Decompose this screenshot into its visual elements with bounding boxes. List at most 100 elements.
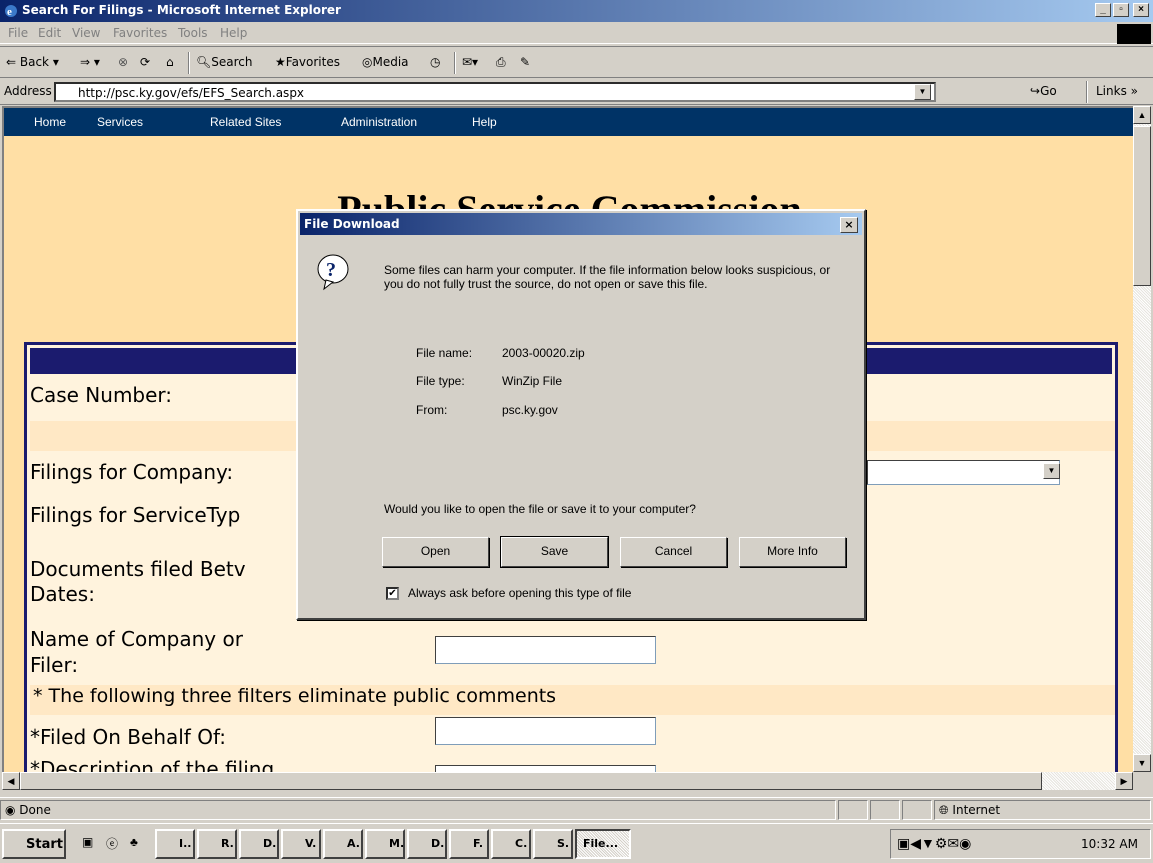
favorites-button[interactable]: ★Favorites <box>275 55 340 69</box>
horizontal-scrollbar[interactable]: ◀ ▶ <box>2 772 1133 790</box>
dialog-titlebar[interactable]: File Download × <box>300 213 862 235</box>
nav-home[interactable]: Home <box>34 115 66 129</box>
address-label: Address <box>4 84 52 98</box>
address-dropdown-button[interactable]: ▼ <box>914 84 931 100</box>
stop-icon[interactable]: ⊗ <box>118 55 128 69</box>
svg-text:?: ? <box>326 259 336 281</box>
taskbar-item-file-download[interactable]: File... <box>575 829 631 859</box>
taskbar-item[interactable]: R. <box>197 829 237 859</box>
menu-view[interactable]: View <box>72 26 100 40</box>
dialog-close-button[interactable]: × <box>840 217 858 233</box>
menu-tools[interactable]: Tools <box>178 26 208 40</box>
maximize-button[interactable]: ▫ <box>1113 3 1129 17</box>
address-bar: Address http://psc.ky.gov/efs/EFS_Search… <box>0 79 1153 105</box>
links-button[interactable]: Links » <box>1096 84 1138 98</box>
taskbar-item[interactable]: A. <box>323 829 363 859</box>
quicklaunch-network-icon[interactable]: ♣ <box>130 835 138 849</box>
back-button[interactable]: ⇐ Back ▾ <box>6 55 59 69</box>
open-button[interactable]: Open <box>382 537 489 567</box>
minimize-button[interactable]: _ <box>1095 3 1111 17</box>
horizontal-scroll-thumb[interactable] <box>20 772 1042 790</box>
start-label: Start <box>26 837 63 852</box>
mail-icon[interactable]: ✉▾ <box>462 55 478 69</box>
file-type-value: WinZip File <box>502 374 563 388</box>
taskbar: Start ▣ ⓔ ♣ I.. R. D. V. A. M. D. F. C. … <box>0 823 1153 863</box>
window-title: Search For Filings - Microsoft Internet … <box>22 3 341 17</box>
internet-explorer-icon: e <box>5 5 17 18</box>
taskbar-item[interactable]: F. <box>449 829 489 859</box>
status-cell <box>838 800 868 820</box>
window-titlebar[interactable]: e Search For Filings - Microsoft Interne… <box>0 0 1153 22</box>
scroll-right-button[interactable]: ▶ <box>1115 772 1133 790</box>
cancel-button[interactable]: Cancel <box>620 537 727 567</box>
company-dropdown-icon: ▼ <box>1043 463 1060 479</box>
taskbar-item[interactable]: C. <box>491 829 531 859</box>
from-value: psc.ky.gov <box>502 403 558 417</box>
file-download-dialog: File Download × ? Some files can harm yo… <box>296 209 866 620</box>
taskbar-item[interactable]: D. <box>239 829 279 859</box>
search-button[interactable]: 🔍︎Search <box>196 55 252 69</box>
site-navbar: Home Services Related Sites Administrati… <box>4 108 1133 136</box>
menu-file[interactable]: File <box>8 26 28 40</box>
scroll-up-button[interactable]: ▲ <box>1133 106 1151 124</box>
status-page-icon: ◉ <box>5 803 20 817</box>
toolbar-separator <box>188 52 190 74</box>
taskbar-item[interactable]: V. <box>281 829 321 859</box>
go-label: Go <box>1040 84 1057 98</box>
toolbar-separator <box>454 52 456 74</box>
menu-favorites[interactable]: Favorites <box>113 26 167 40</box>
company-select[interactable]: ▼ <box>867 460 1060 485</box>
close-button[interactable]: × <box>1133 3 1149 17</box>
quicklaunch-ie-icon[interactable]: ⓔ <box>106 835 118 852</box>
address-input[interactable]: http://psc.ky.gov/efs/EFS_Search.aspx <box>54 82 936 102</box>
edit-icon[interactable]: ✎ <box>520 55 530 69</box>
scroll-thumb[interactable] <box>1133 126 1151 286</box>
filed-on-behalf-input[interactable] <box>435 717 656 745</box>
zone-label: Internet <box>952 803 1001 817</box>
description-input[interactable] <box>435 765 656 772</box>
dialog-title: File Download <box>304 217 400 231</box>
search-label: Search <box>211 55 253 69</box>
always-ask-checkbox[interactable]: ✔ <box>386 587 399 600</box>
warning-text: Some files can harm your computer. If th… <box>384 263 831 291</box>
nav-related-sites[interactable]: Related Sites <box>210 115 281 129</box>
taskbar-item[interactable]: M. <box>365 829 405 859</box>
status-cell <box>902 800 932 820</box>
nav-help[interactable]: Help <box>472 115 497 129</box>
media-button[interactable]: ◎Media <box>362 55 409 69</box>
vertical-scrollbar[interactable]: ▲ ▼ <box>1133 106 1151 772</box>
internet-zone-icon: 🌐︎ <box>939 803 953 817</box>
favorites-label: Favorites <box>285 55 340 69</box>
media-label: Media <box>372 55 409 69</box>
taskbar-item[interactable]: I.. <box>155 829 195 859</box>
name-company-input[interactable] <box>435 636 656 664</box>
address-separator <box>1086 81 1088 103</box>
file-name-label: File name: <box>416 346 473 360</box>
history-icon[interactable]: ◷ <box>430 55 440 69</box>
status-cell <box>870 800 900 820</box>
scroll-left-button[interactable]: ◀ <box>2 772 20 790</box>
back-label: Back <box>19 55 50 69</box>
save-button[interactable]: Save <box>500 536 609 568</box>
print-icon[interactable]: ⎙ <box>496 55 506 70</box>
refresh-icon[interactable]: ⟳ <box>140 55 150 69</box>
go-button[interactable]: ↪Go <box>1030 84 1057 98</box>
tray-icons[interactable]: ▣◀▼⚙✉◉ <box>897 835 971 852</box>
scroll-down-button[interactable]: ▼ <box>1133 754 1151 772</box>
nav-administration[interactable]: Administration <box>341 115 417 129</box>
more-info-button[interactable]: More Info <box>739 537 846 567</box>
always-ask-label[interactable]: Always ask before opening this type of f… <box>408 586 631 600</box>
start-button[interactable]: Start <box>2 829 66 859</box>
standard-toolbar: ⇐ Back ▾ ⇒ ▾ ⊗ ⟳ ⌂ 🔍︎Search ★Favorites ◎… <box>0 46 1153 78</box>
menu-help[interactable]: Help <box>220 26 247 40</box>
quicklaunch-desktop-icon[interactable]: ▣ <box>82 835 93 849</box>
taskbar-item[interactable]: S. <box>533 829 573 859</box>
nav-services[interactable]: Services <box>97 115 143 129</box>
status-bar: ◉ Done 🌐︎ Internet <box>0 797 1153 821</box>
taskbar-item[interactable]: D. <box>407 829 447 859</box>
status-text: ◉ Done <box>0 800 836 820</box>
menu-edit[interactable]: Edit <box>38 26 61 40</box>
system-tray: ▣◀▼⚙✉◉ 10:32 AM <box>890 829 1151 859</box>
home-icon[interactable]: ⌂ <box>166 55 174 69</box>
forward-button[interactable]: ⇒ ▾ <box>80 55 100 69</box>
